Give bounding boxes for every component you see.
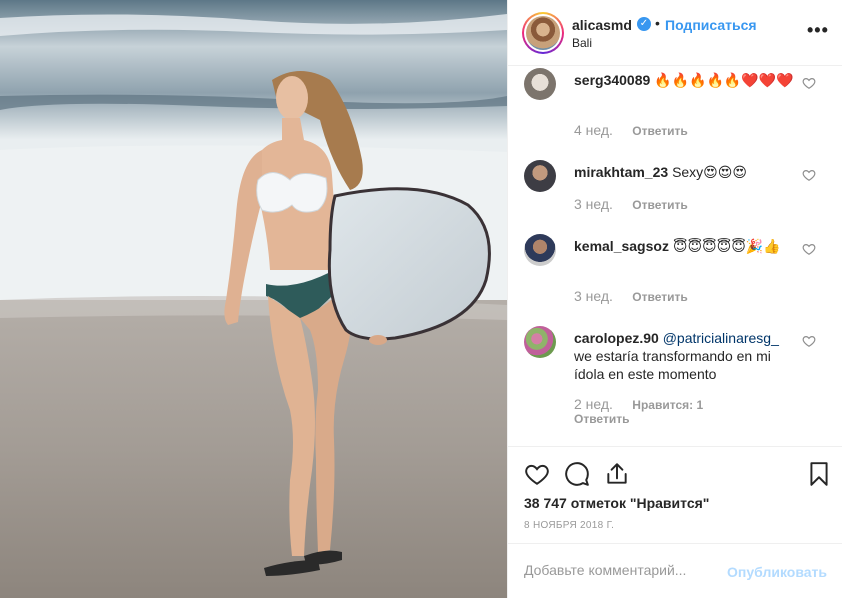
more-options-icon[interactable]: ••• xyxy=(807,20,829,41)
commenter-avatar[interactable] xyxy=(524,160,556,192)
comment-body: we estaría transformando en mi ídola en … xyxy=(574,348,771,382)
author-avatar[interactable] xyxy=(522,12,564,54)
separator-dot: • xyxy=(655,15,660,31)
commenter-avatar[interactable] xyxy=(524,326,556,358)
comment-meta: 4 нед. Ответить xyxy=(574,122,688,138)
comment-time[interactable]: 3 нед. xyxy=(574,288,613,304)
commenter-avatar[interactable] xyxy=(524,234,556,266)
like-comment-heart-icon[interactable] xyxy=(802,168,816,182)
like-comment-heart-icon[interactable] xyxy=(802,76,816,90)
comment-time[interactable]: 4 нед. xyxy=(574,122,613,138)
author-username[interactable]: alicasmd xyxy=(572,17,632,33)
comment-text: kemal_sagsoz 😇😇😇😇😇🎉👍 xyxy=(574,237,794,255)
reply-button[interactable]: Ответить xyxy=(632,198,687,212)
post-location[interactable]: Bali xyxy=(572,36,592,50)
comment-body: 😇😇😇😇😇🎉👍 xyxy=(672,238,781,254)
add-comment-bar: Опубликовать xyxy=(508,543,842,598)
comment-meta: 3 нед. Ответить xyxy=(574,288,688,304)
comment-like-count[interactable]: Нравится: 1 xyxy=(632,398,703,412)
comment-time[interactable]: 3 нед. xyxy=(574,196,613,212)
like-comment-heart-icon[interactable] xyxy=(802,334,816,348)
commenter-avatar[interactable] xyxy=(524,68,556,100)
comment-body: 🔥🔥🔥🔥🔥❤️❤️❤️ xyxy=(654,72,794,88)
post-header: alicasmd ✓ • Подписаться Bali ••• xyxy=(508,0,842,66)
like-comment-heart-icon[interactable] xyxy=(802,242,816,256)
comments-list[interactable]: serg340089 🔥🔥🔥🔥🔥❤️❤️❤️ 4 нед. Ответить m… xyxy=(508,66,842,446)
comment-item: carolopez.90 @patricialinaresg_ we estar… xyxy=(524,326,829,436)
post-date[interactable]: 8 НОЯБРЯ 2018 Г. xyxy=(524,520,614,531)
comment-mention-link[interactable]: @patricialinaresg_ xyxy=(663,330,779,346)
heart-icon[interactable] xyxy=(524,461,550,487)
reply-button[interactable]: Ответить xyxy=(632,124,687,138)
post-photo xyxy=(0,0,507,598)
comment-text: mirakhtam_23 Sexy😍😍😍 xyxy=(574,163,794,181)
commenter-username[interactable]: serg340089 xyxy=(574,72,650,88)
comment-text: serg340089 🔥🔥🔥🔥🔥❤️❤️❤️ xyxy=(574,71,794,89)
comment-time[interactable]: 2 нед. xyxy=(574,396,613,412)
commenter-username[interactable]: mirakhtam_23 xyxy=(574,164,668,180)
post-side-panel: alicasmd ✓ • Подписаться Bali ••• serg34… xyxy=(507,0,842,598)
comment-meta: 3 нед. Ответить xyxy=(574,196,688,212)
post-actions: 38 747 отметок "Нравится" 8 НОЯБРЯ 2018 … xyxy=(508,446,842,542)
comment-body: Sexy😍😍😍 xyxy=(672,164,747,180)
like-count[interactable]: 38 747 отметок "Нравится" xyxy=(524,495,709,511)
comment-meta: 2 нед. Нравится: 1 Ответить xyxy=(574,396,774,426)
reply-button[interactable]: Ответить xyxy=(574,412,629,426)
comment-item: kemal_sagsoz 😇😇😇😇😇🎉👍 3 нед. Ответить xyxy=(524,234,829,306)
reply-button[interactable]: Ответить xyxy=(632,290,687,304)
share-icon[interactable] xyxy=(604,461,630,487)
comment-input[interactable] xyxy=(524,562,714,578)
follow-button[interactable]: Подписаться xyxy=(665,17,757,33)
publish-button[interactable]: Опубликовать xyxy=(727,564,827,580)
comment-text: carolopez.90 @patricialinaresg_ we estar… xyxy=(574,329,794,383)
comment-item: serg340089 🔥🔥🔥🔥🔥❤️❤️❤️ 4 нед. Ответить xyxy=(524,68,829,140)
commenter-username[interactable]: kemal_sagsoz xyxy=(574,238,669,254)
comment-item: mirakhtam_23 Sexy😍😍😍 3 нед. Ответить xyxy=(524,160,829,216)
verified-badge-icon: ✓ xyxy=(637,17,651,31)
comment-icon[interactable] xyxy=(564,461,590,487)
commenter-username[interactable]: carolopez.90 xyxy=(574,330,659,346)
bookmark-icon[interactable] xyxy=(806,461,832,487)
